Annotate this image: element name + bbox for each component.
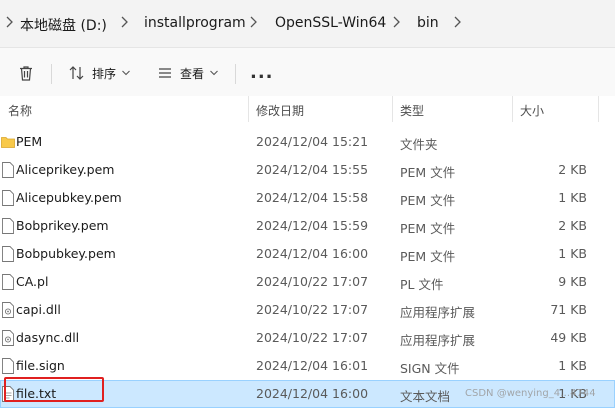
- file-row[interactable]: capi.dll 2024/10/22 17:07 应用程序扩展 71 KB: [0, 296, 615, 324]
- file-size: 1 KB: [558, 358, 587, 373]
- column-header: 名称 修改日期 类型 大小: [0, 96, 615, 122]
- file-name: capi.dll: [16, 302, 61, 317]
- file-type: 应用程序扩展: [400, 333, 476, 348]
- view-button[interactable]: 查看: [156, 58, 219, 88]
- file-row[interactable]: file.sign 2024/12/04 16:01 SIGN 文件 1 KB: [0, 352, 615, 380]
- address-bar[interactable]: 本地磁盘 (D:) installprogram OpenSSL-Win64 b…: [0, 0, 615, 48]
- breadcrumb-drive[interactable]: 本地磁盘 (D:): [20, 15, 107, 35]
- file-icon: [2, 190, 14, 206]
- view-label: 查看: [180, 66, 205, 81]
- file-size: 71 KB: [550, 302, 587, 317]
- column-divider[interactable]: [248, 96, 249, 122]
- chevron-down-icon: [210, 70, 218, 76]
- file-name: dasync.dll: [16, 330, 80, 345]
- file-date: 2024/12/04 16:01: [256, 358, 369, 373]
- file-name: CA.pl: [16, 274, 49, 289]
- file-name: Bobpubkey.pem: [16, 246, 116, 261]
- file-row[interactable]: CA.pl 2024/10/22 17:07 PL 文件 9 KB: [0, 268, 615, 296]
- file-type: PL 文件: [400, 277, 444, 292]
- file-row[interactable]: dasync.dll 2024/10/22 17:07 应用程序扩展 49 KB: [0, 324, 615, 352]
- file-date: 2024/12/04 15:58: [256, 190, 369, 205]
- column-divider[interactable]: [392, 96, 393, 122]
- file-type: PEM 文件: [400, 249, 456, 264]
- file-name: Alicepubkey.pem: [16, 190, 122, 205]
- file-date: 2024/12/04 15:55: [256, 162, 369, 177]
- dll-icon: [2, 302, 14, 318]
- column-date-header[interactable]: 修改日期: [256, 102, 304, 119]
- file-size: 2 KB: [558, 162, 587, 177]
- file-date: 2024/10/22 17:07: [256, 330, 369, 345]
- column-divider[interactable]: [512, 96, 513, 122]
- file-row[interactable]: Bobpubkey.pem 2024/12/04 16:00 PEM 文件 1 …: [0, 240, 615, 268]
- annotation-highlight-box: [4, 377, 104, 402]
- chevron-right-icon[interactable]: [452, 14, 462, 30]
- file-row[interactable]: PEM 2024/12/04 15:21 文件夹: [0, 128, 615, 156]
- sort-label: 排序: [92, 66, 117, 81]
- column-name-header[interactable]: 名称: [8, 102, 32, 119]
- chevron-right-icon: [6, 16, 13, 28]
- chevron-right-icon[interactable]: [391, 14, 401, 30]
- file-size: 1 KB: [558, 190, 587, 205]
- folder-icon: [1, 137, 15, 148]
- file-icon: [2, 162, 14, 178]
- file-name: file.sign: [16, 358, 65, 373]
- file-name: Bobprikey.pem: [16, 218, 109, 233]
- file-date: 2024/12/04 15:59: [256, 218, 369, 233]
- sort-button[interactable]: 排序: [68, 58, 131, 88]
- chevron-right-icon[interactable]: [119, 14, 129, 30]
- file-name: Aliceprikey.pem: [16, 162, 115, 177]
- breadcrumb-bin[interactable]: bin: [417, 15, 439, 31]
- file-size: 2 KB: [558, 218, 587, 233]
- chevron-right-icon[interactable]: [248, 14, 258, 30]
- file-icon: [2, 274, 14, 290]
- more-options-button[interactable]: ...: [250, 57, 274, 87]
- file-type: 文件夹: [400, 137, 438, 152]
- column-divider[interactable]: [598, 96, 599, 122]
- file-date: 2024/12/04 15:21: [256, 134, 369, 149]
- more-label: ...: [250, 61, 274, 83]
- file-name: PEM: [16, 134, 43, 149]
- watermark-text: CSDN @wenying_4…4744: [465, 388, 596, 399]
- chevron-down-icon: [122, 70, 130, 76]
- file-date: 2024/10/22 17:07: [256, 274, 369, 289]
- file-type: 文本文档: [400, 389, 451, 404]
- file-row[interactable]: Alicepubkey.pem 2024/12/04 15:58 PEM 文件 …: [0, 184, 615, 212]
- file-type: SIGN 文件: [400, 361, 460, 376]
- toolbar-divider: [51, 64, 52, 84]
- breadcrumb-openssl[interactable]: OpenSSL-Win64: [275, 15, 386, 31]
- file-size: 1 KB: [558, 246, 587, 261]
- command-bar: 排序 查看 ...: [0, 48, 615, 99]
- file-type: 应用程序扩展: [400, 305, 476, 320]
- sort-icon: [69, 66, 84, 80]
- file-icon: [2, 246, 14, 262]
- trash-icon: [20, 66, 32, 81]
- column-type-header[interactable]: 类型: [400, 102, 424, 119]
- file-size: 9 KB: [558, 274, 587, 289]
- file-date: 2024/12/04 16:00: [256, 246, 369, 261]
- breadcrumb-installprogram[interactable]: installprogram: [144, 15, 246, 31]
- column-size-header[interactable]: 大小: [520, 102, 544, 119]
- file-date: 2024/12/04 16:00: [256, 386, 369, 401]
- file-icon: [2, 358, 14, 374]
- file-type: PEM 文件: [400, 165, 456, 180]
- file-size: 49 KB: [550, 330, 587, 345]
- file-icon: [2, 218, 14, 234]
- delete-button[interactable]: [17, 58, 35, 88]
- file-date: 2024/10/22 17:07: [256, 302, 369, 317]
- view-icon: [159, 68, 171, 78]
- file-row[interactable]: Aliceprikey.pem 2024/12/04 15:55 PEM 文件 …: [0, 156, 615, 184]
- file-row[interactable]: Bobprikey.pem 2024/12/04 15:59 PEM 文件 2 …: [0, 212, 615, 240]
- toolbar-divider: [235, 64, 236, 84]
- dll-icon: [2, 330, 14, 346]
- file-type: PEM 文件: [400, 221, 456, 236]
- file-type: PEM 文件: [400, 193, 456, 208]
